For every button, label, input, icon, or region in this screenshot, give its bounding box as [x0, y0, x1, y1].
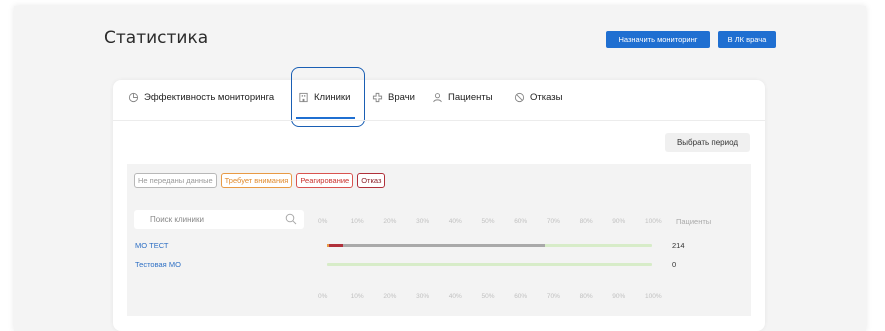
axis-tick-label: 20%	[383, 218, 397, 225]
cancel-icon	[514, 92, 525, 103]
axis-tick-label: 80%	[579, 218, 593, 225]
tab-label: Эффективность мониторинга	[144, 92, 275, 103]
tab-label: Пациенты	[448, 92, 493, 103]
page-title: Статистика	[104, 28, 209, 48]
legend-reaction[interactable]: Реагирование	[296, 173, 354, 188]
tab-highlight-outline	[291, 67, 365, 127]
axis-tick-label: 50%	[481, 293, 495, 300]
tab-label: Врачи	[388, 92, 415, 103]
axis-tick-label: 80%	[579, 293, 593, 300]
axis-tick-label: 100%	[645, 293, 662, 300]
bar-segment	[343, 244, 545, 247]
search-icon[interactable]	[285, 213, 297, 225]
axis-tick-label: 60%	[514, 218, 528, 225]
assign-monitoring-button[interactable]: Назначить мониторинг	[606, 31, 710, 48]
user-icon	[433, 93, 442, 103]
axis-tick-label: 30%	[416, 293, 430, 300]
axis-tick-label: 90%	[612, 293, 626, 300]
axis-tick-label: 40%	[448, 218, 462, 225]
clinic-bar	[327, 263, 652, 266]
axis-tick-label: 50%	[481, 218, 495, 225]
axis-tick-label: 10%	[350, 293, 364, 300]
tab-doctors[interactable]: Врачи	[372, 92, 415, 103]
axis-tick-label: 20%	[383, 293, 397, 300]
status-legend: Не переданы данные Требует внимания Реаг…	[134, 173, 386, 188]
axis-tick-label: 60%	[514, 293, 528, 300]
patients-count: 0	[672, 260, 677, 269]
chart-icon	[128, 92, 139, 103]
bar-segment	[328, 244, 344, 247]
legend-attention[interactable]: Требует внимания	[220, 173, 293, 188]
doctor-account-button[interactable]: В ЛК врача	[718, 31, 776, 48]
clinic-bar	[327, 244, 652, 247]
tab-label: Отказы	[530, 92, 563, 103]
axis-tick-label: 30%	[416, 218, 430, 225]
axis-tick-label: 40%	[448, 293, 462, 300]
axis-tick-label: 100%	[645, 218, 662, 225]
legend-no-data[interactable]: Не переданы данные	[134, 173, 217, 188]
axis-tick-label: 70%	[546, 293, 560, 300]
clinic-name-link[interactable]: МО ТЕСТ	[135, 241, 169, 250]
axis-tick-label: 90%	[612, 218, 626, 225]
tabs-divider	[113, 120, 765, 121]
patients-count: 214	[672, 241, 685, 250]
clinic-name-link[interactable]: Тестовая МО	[135, 260, 181, 269]
tab-monitoring-efficiency[interactable]: Эффективность мониторинга	[128, 92, 274, 103]
tab-patients[interactable]: Пациенты	[432, 92, 493, 103]
patients-column-header: Пациенты	[676, 217, 712, 226]
legend-refusal[interactable]: Отказ	[357, 173, 386, 188]
axis-tick-label: 0%	[318, 293, 328, 300]
tab-refusals[interactable]: Отказы	[514, 92, 562, 103]
clinic-search-input[interactable]: Поиск клиники	[134, 210, 304, 229]
medical-cross-icon	[372, 92, 383, 103]
axis-tick-label: 10%	[350, 218, 364, 225]
axis-tick-label: 70%	[546, 218, 560, 225]
axis-tick-label: 0%	[318, 218, 328, 225]
select-period-button[interactable]: Выбрать период	[665, 133, 750, 152]
